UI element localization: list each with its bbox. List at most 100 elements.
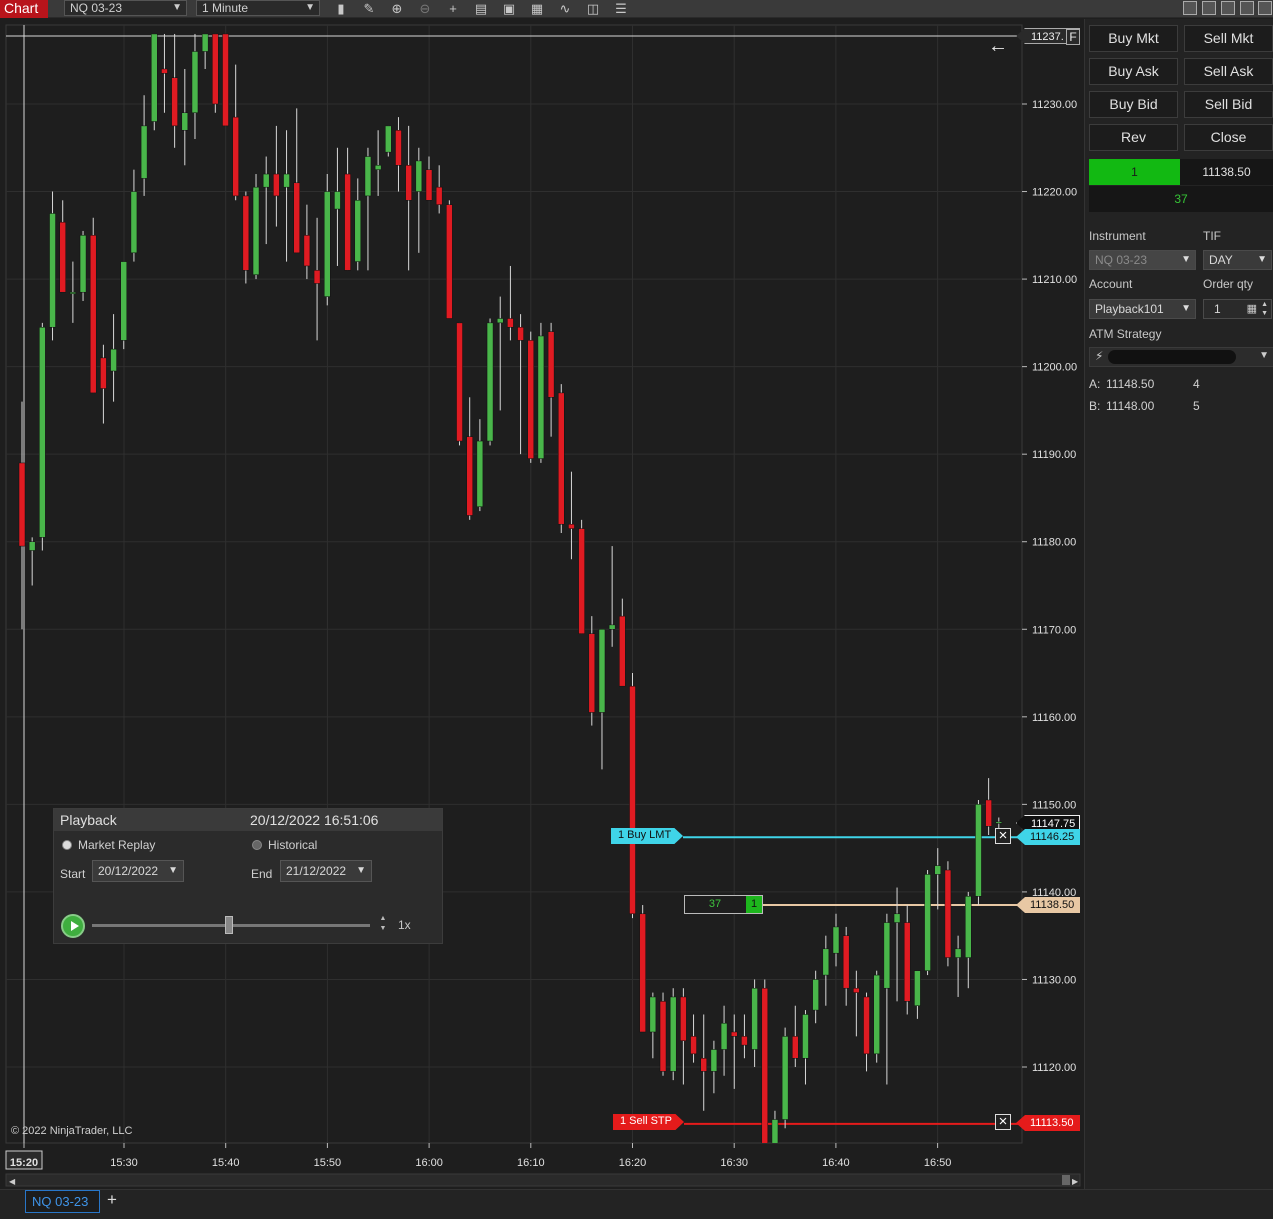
scroll-right-icon: ▶	[1072, 1177, 1079, 1186]
cancel-buy-limit-order-icon[interactable]: ×	[995, 828, 1011, 844]
draw-tool-icon[interactable]: ✎	[361, 1, 377, 17]
chart-style-icon[interactable]: ▦	[529, 1, 545, 17]
sell-market-button[interactable]: Sell Mkt	[1184, 25, 1273, 52]
radio-unselected-icon	[252, 840, 262, 850]
buy-market-button[interactable]: Buy Mkt	[1089, 25, 1178, 52]
calculator-icon[interactable]: ▦	[1247, 300, 1257, 318]
interval-selector-value: 1 Minute	[202, 1, 249, 15]
candle-down	[89, 235, 97, 394]
top-marker-flag: F	[1066, 29, 1080, 45]
candle-up	[669, 996, 677, 1072]
market-replay-radio[interactable]: Market Replay	[62, 838, 155, 852]
candle-up	[873, 974, 880, 1055]
reverse-button[interactable]: Rev	[1089, 124, 1178, 151]
candle-up	[812, 979, 819, 1011]
buy-ask-button[interactable]: Buy Ask	[1089, 58, 1178, 85]
minimize-icon[interactable]	[1221, 1, 1235, 15]
price-chart[interactable]: 11230.00 11220.00 11210.00 11200.00 11190.00…	[0, 19, 1083, 1189]
chevron-down-icon: ▼	[356, 865, 366, 876]
end-date-value: 21/12/2022	[286, 864, 347, 878]
order-qty-label: Order qty	[1203, 277, 1254, 291]
candle-up	[720, 1022, 728, 1050]
candle-up	[995, 821, 1003, 824]
time-axis-label: 15:40	[212, 1157, 240, 1169]
qty-stepper-icon[interactable]: ▲ ▼	[1261, 300, 1268, 318]
end-date-picker[interactable]: 21/12/2022 ▼	[280, 860, 372, 882]
candle-down	[18, 462, 26, 547]
interval-selector[interactable]: 1 Minute ▼	[196, 0, 320, 16]
candle-down	[588, 633, 596, 713]
close-icon[interactable]	[1258, 1, 1272, 15]
maximize-icon[interactable]	[1240, 1, 1254, 15]
data-box-icon[interactable]: ▤	[473, 1, 489, 17]
pin-window-icon[interactable]	[1202, 1, 1216, 15]
link-window-icon[interactable]	[1183, 1, 1197, 15]
copyright-notice: © 2022 NinjaTrader, LLC	[11, 1125, 133, 1137]
candle-down	[700, 1057, 707, 1072]
tif-select-value: DAY	[1209, 253, 1233, 267]
chart-toolbar: Chart NQ 03-23 ▼ 1 Minute ▼ ▮ ✎ ⊕ ⊖ + ▤ …	[0, 0, 1273, 18]
candle-up	[39, 326, 46, 538]
end-label: End	[251, 867, 273, 881]
play-button[interactable]	[61, 914, 85, 938]
candle-up	[710, 1049, 718, 1072]
candle-up	[283, 173, 290, 188]
candle-down	[232, 116, 239, 197]
candle-up	[364, 156, 372, 197]
template-icon[interactable]: ▣	[501, 1, 517, 17]
start-date-picker[interactable]: 20/12/2022 ▼	[92, 860, 184, 882]
cancel-sell-stop-order-icon[interactable]: ×	[995, 1114, 1011, 1130]
playback-speed-slider-thumb[interactable]	[225, 916, 233, 934]
candle-up	[476, 440, 484, 507]
atm-strategy-select[interactable]: ⚡ ▼	[1089, 347, 1273, 367]
candle-down	[659, 1001, 667, 1072]
market-replay-label: Market Replay	[78, 838, 156, 852]
candle-down	[456, 322, 463, 442]
buy-limit-order-label[interactable]: 1 Buy LMT	[611, 828, 683, 844]
ask-row: A: 11148.50 4	[1089, 377, 1200, 391]
candle-up	[262, 173, 270, 188]
zoom-in-icon[interactable]: ⊕	[389, 1, 405, 17]
instrument-select[interactable]: NQ 03-23 ▼	[1089, 250, 1196, 270]
chevron-down-icon: ▼	[1181, 303, 1191, 314]
instrument-tab[interactable]: NQ 03-23	[25, 1190, 100, 1213]
candle-down	[517, 326, 524, 341]
zoom-out-icon[interactable]: ⊖	[417, 1, 433, 17]
close-position-button[interactable]: Close	[1184, 124, 1273, 151]
price-axis-label: 11180.00	[1032, 537, 1076, 549]
crosshair-icon[interactable]: +	[445, 1, 461, 17]
chart-panel[interactable]: 11230.00 11220.00 11210.00 11200.00 11190.00…	[0, 19, 1083, 1189]
candle-up	[324, 191, 331, 297]
position-label[interactable]: 37 1	[684, 895, 763, 914]
candle-up	[415, 160, 423, 192]
bid-label: B:	[1089, 399, 1101, 413]
chart-window-tab[interactable]: Chart	[0, 0, 48, 18]
historical-radio[interactable]: Historical	[252, 838, 317, 852]
bar-type-icon[interactable]: ▮	[333, 1, 349, 17]
sell-stop-order-label[interactable]: 1 Sell STP	[613, 1114, 684, 1130]
speed-stepper[interactable]: ▲ ▼	[377, 914, 389, 936]
instrument-selector[interactable]: NQ 03-23 ▼	[64, 0, 187, 16]
sell-bid-button[interactable]: Sell Bid	[1184, 91, 1273, 118]
position-pnl: 37	[708, 898, 722, 910]
properties-icon[interactable]: ☰	[613, 1, 629, 17]
add-tab-button[interactable]: +	[102, 1190, 122, 1212]
sell-ask-button[interactable]: Sell Ask	[1184, 58, 1273, 85]
candle-down	[578, 528, 585, 634]
strategies-icon[interactable]: ◫	[585, 1, 601, 17]
account-select[interactable]: Playback101 ▼	[1089, 299, 1196, 319]
scroll-to-latest-icon[interactable]: ←	[988, 35, 1008, 58]
candle-down	[842, 935, 850, 989]
order-qty-input[interactable]: 1 ▦ ▲ ▼	[1203, 299, 1272, 319]
time-axis-label: 16:20	[619, 1157, 647, 1169]
candle-down	[558, 392, 565, 525]
candle-down	[100, 357, 107, 389]
buy-bid-button[interactable]: Buy Bid	[1089, 91, 1178, 118]
chevron-down-icon: ▼	[168, 865, 178, 876]
ask-size: 4	[1193, 377, 1200, 391]
instrument-label: Instrument	[1089, 229, 1146, 243]
chevron-down-icon: ▼	[1181, 254, 1191, 265]
price-axis-label: 11170.00	[1032, 624, 1076, 636]
indicators-icon[interactable]: ∿	[557, 1, 573, 17]
tif-select[interactable]: DAY ▼	[1203, 250, 1272, 270]
